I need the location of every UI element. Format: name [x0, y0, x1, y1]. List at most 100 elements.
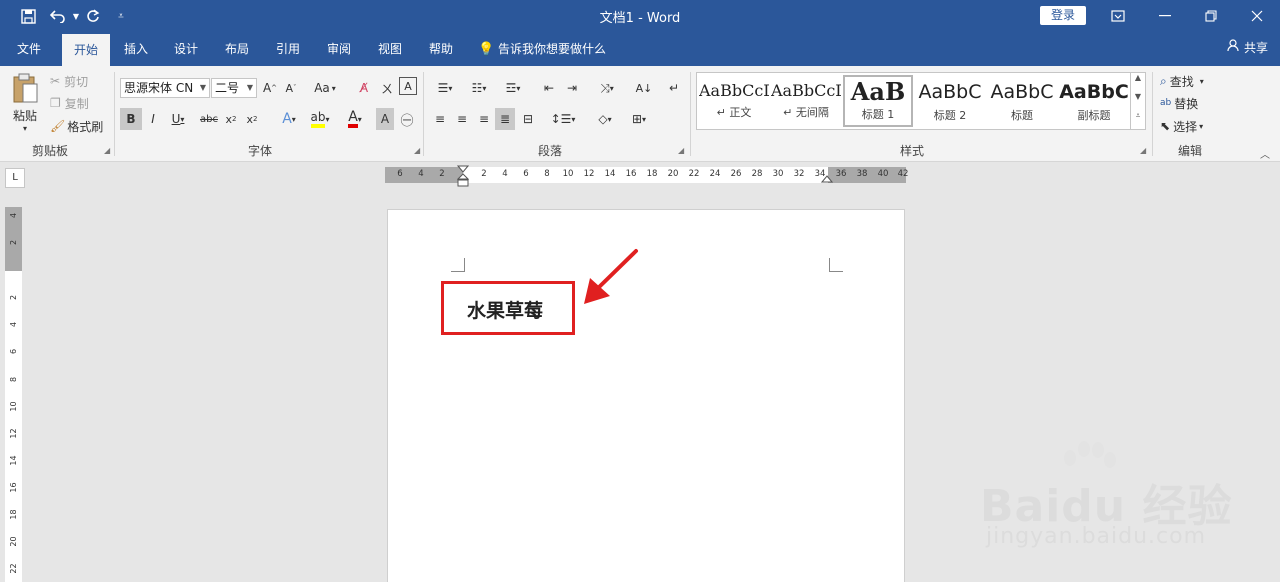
- format-painter-button[interactable]: 🖌 格式刷: [50, 117, 103, 135]
- ruler-tick: 36: [835, 169, 847, 179]
- horizontal-ruler[interactable]: 6 4 2 2 4 6 8 10 12 14 16 18 20 22 24 26…: [385, 165, 908, 187]
- tab-insert[interactable]: 插入: [114, 32, 158, 66]
- style-no-spacing[interactable]: AaBbCcDc ↵ 无间隔: [771, 75, 841, 127]
- underline-button[interactable]: U ▾: [166, 108, 190, 130]
- style-heading-2[interactable]: AaBbC 标题 2: [915, 75, 985, 127]
- tab-design[interactable]: 设计: [164, 32, 208, 66]
- font-size-select[interactable]: 二号 ▼: [211, 78, 257, 98]
- italic-button[interactable]: I: [146, 108, 160, 130]
- crop-mark: [829, 258, 843, 272]
- tell-me-box[interactable]: 💡 告诉我你想要做什么: [478, 32, 618, 66]
- ruler-tick: 4: [502, 169, 508, 179]
- gallery-scroll-down-icon[interactable]: ▼: [1130, 92, 1145, 111]
- style-normal[interactable]: AaBbCcDc ↵ 正文: [699, 75, 769, 127]
- chinese-layout-icon[interactable]: ⤨ ▾: [592, 79, 622, 97]
- shrink-font-icon[interactable]: Aˇ: [282, 79, 300, 97]
- cut-button[interactable]: ✂ 剪切: [50, 72, 88, 90]
- collapse-ribbon-icon[interactable]: ︿: [1260, 146, 1270, 161]
- increase-indent-icon[interactable]: ⇥: [562, 79, 582, 97]
- tab-view[interactable]: 视图: [368, 32, 412, 66]
- close-icon[interactable]: [1234, 0, 1280, 32]
- font-launcher-icon[interactable]: ◢: [414, 146, 420, 155]
- highlight-color-icon[interactable]: ab ▾: [307, 108, 333, 130]
- grow-font-icon[interactable]: A ^: [262, 79, 278, 97]
- ruler-tick: 20: [667, 169, 679, 179]
- format-painter-label: 格式刷: [67, 119, 104, 134]
- align-left-icon[interactable]: ≡: [430, 108, 450, 130]
- ruler-tick: 4: [9, 212, 18, 219]
- document-page[interactable]: 水果草莓: [387, 209, 905, 582]
- ruler-tick: 42: [897, 169, 909, 179]
- style-subtitle[interactable]: AaBbC 副标题: [1059, 75, 1129, 127]
- bold-button[interactable]: B: [120, 108, 142, 130]
- shading-icon[interactable]: ◇ ▾: [590, 108, 620, 130]
- style-name: ↵ 无间隔: [783, 106, 829, 119]
- bullets-icon[interactable]: ☰ ▾: [430, 79, 460, 97]
- style-sample: AaBbCcDc: [699, 81, 769, 100]
- gallery-more-icon[interactable]: ⩡: [1130, 111, 1145, 130]
- tab-layout[interactable]: 布局: [215, 32, 259, 66]
- superscript-button[interactable]: x2: [244, 108, 260, 130]
- paste-button[interactable]: 粘贴 ▾: [8, 72, 42, 133]
- align-center-icon[interactable]: ≡: [452, 108, 472, 130]
- indent-marker-icon[interactable]: [457, 165, 469, 187]
- decrease-indent-icon[interactable]: ⇤: [539, 79, 559, 97]
- justify-icon[interactable]: ≣: [495, 108, 515, 130]
- styles-gallery: AaBbCcDc ↵ 正文 AaBbCcDc ↵ 无间隔 AaB 标题 1 Aa…: [696, 72, 1146, 130]
- ruler-tick: 30: [772, 169, 784, 179]
- tab-home[interactable]: 开始: [62, 34, 110, 66]
- replace-button[interactable]: ab 替换: [1160, 94, 1198, 112]
- styles-launcher-icon[interactable]: ◢: [1140, 146, 1146, 155]
- paragraph-launcher-icon[interactable]: ◢: [678, 146, 684, 155]
- phonetic-guide-icon[interactable]: ㄨ: [378, 79, 396, 97]
- paste-dropdown-icon[interactable]: ▾: [23, 124, 27, 133]
- text-effects-icon[interactable]: A ▾: [276, 108, 302, 130]
- login-button[interactable]: 登录: [1040, 6, 1086, 25]
- lightbulb-icon: 💡: [478, 42, 495, 57]
- tab-references[interactable]: 引用: [266, 32, 310, 66]
- tab-help[interactable]: 帮助: [419, 32, 463, 66]
- find-button[interactable]: ⌕ 查找 ▾: [1160, 72, 1204, 90]
- watermark: Baidu 经验 jingyan.baidu.com: [980, 440, 1240, 570]
- distributed-icon[interactable]: ⊟: [518, 108, 538, 130]
- align-right-icon[interactable]: ≡: [474, 108, 494, 130]
- strikethrough-button[interactable]: abc: [198, 108, 220, 130]
- ruler-tick: 40: [877, 169, 889, 179]
- document-text[interactable]: 水果草莓: [467, 296, 543, 323]
- copy-button[interactable]: ❐ 复制: [50, 94, 89, 112]
- show-marks-icon[interactable]: ↵: [664, 79, 684, 97]
- ribbon-display-options-icon[interactable]: [1095, 0, 1141, 32]
- right-indent-marker-icon[interactable]: [821, 175, 833, 184]
- style-sample: AaBbCcDc: [771, 81, 841, 100]
- font-color-icon[interactable]: A ▾: [340, 108, 370, 130]
- character-border-icon[interactable]: A: [399, 77, 417, 95]
- clipboard-group-label: 剪贴板: [31, 144, 68, 158]
- borders-icon[interactable]: ⊞ ▾: [624, 108, 654, 130]
- minimize-icon[interactable]: [1142, 0, 1188, 32]
- restore-icon[interactable]: [1188, 0, 1234, 32]
- enclose-characters-icon[interactable]: ㊀: [398, 108, 416, 130]
- sort-icon[interactable]: A↓: [634, 79, 654, 97]
- line-spacing-icon[interactable]: ↕☰ ▾: [548, 108, 578, 130]
- share-button[interactable]: 共享: [1227, 32, 1268, 66]
- subscript-button[interactable]: x2: [223, 108, 239, 130]
- select-button[interactable]: ⬉ 选择 ▾: [1160, 117, 1203, 135]
- multilevel-list-icon[interactable]: ☲ ▾: [498, 79, 528, 97]
- ruler-tick: 32: [793, 169, 805, 179]
- style-heading-1[interactable]: AaB 标题 1: [843, 75, 913, 127]
- tab-selector[interactable]: L: [5, 168, 25, 188]
- style-title[interactable]: AaBbC 标题: [987, 75, 1057, 127]
- chevron-down-icon: ▼: [246, 83, 253, 92]
- ruler-tick: 20: [9, 536, 18, 547]
- tab-review[interactable]: 审阅: [317, 32, 361, 66]
- clipboard-launcher-icon[interactable]: ◢: [104, 146, 110, 155]
- gallery-scroll-up-icon[interactable]: ▲: [1130, 73, 1145, 92]
- ruler-tick: 8: [544, 169, 550, 179]
- font-name-select[interactable]: 思源宋体 CN ▼: [120, 78, 210, 98]
- character-shading-icon[interactable]: A: [376, 108, 394, 130]
- tab-file[interactable]: 文件: [6, 32, 52, 66]
- vertical-ruler[interactable]: 4 2 2 4 6 8 10 12 14 16 18 20 22: [5, 207, 22, 582]
- numbering-icon[interactable]: ☷ ▾: [464, 79, 494, 97]
- change-case-button[interactable]: Aa ▾: [310, 79, 340, 97]
- clear-formatting-icon[interactable]: A̸: [354, 79, 374, 97]
